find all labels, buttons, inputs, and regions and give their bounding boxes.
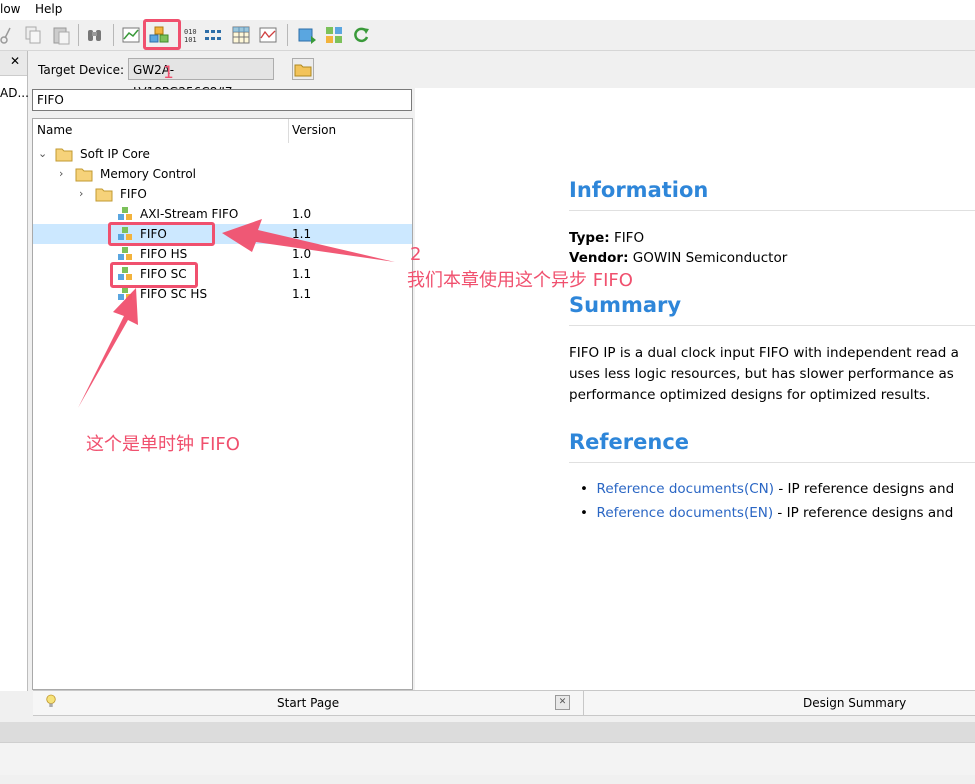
arrow-to-fifo — [222, 219, 395, 262]
annotation-arrows — [78, 219, 395, 408]
arrow-to-fifo-sc — [78, 288, 138, 408]
